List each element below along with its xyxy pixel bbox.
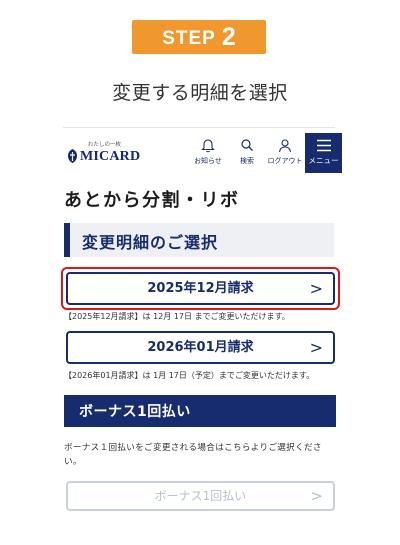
search-icon — [241, 139, 253, 151]
logo-tagline: わたしの一枚 — [88, 142, 122, 148]
logo-text[interactable]: MICARD — [80, 149, 140, 165]
statement-button-2025-12[interactable]: 2025年12月請求 > — [66, 272, 335, 305]
bonus-button[interactable]: ボーナス1回払い > — [66, 481, 335, 511]
statement-button-2026-01[interactable]: 2026年01月請求 > — [66, 331, 335, 364]
statement-button-label: 2026年01月請求 — [147, 340, 254, 355]
step-caption: 変更する明細を選択 — [112, 82, 288, 104]
statement-note: 【2025年12月請求】は 12月 17日 までご変更いただけます。 — [64, 312, 290, 321]
chevron-right-icon: > — [309, 338, 323, 357]
page-title: あとから分割・リボ — [64, 190, 240, 211]
section-heading: 変更明細のご選択 — [64, 223, 334, 257]
top-divider — [63, 127, 335, 128]
chevron-right-icon: > — [310, 487, 323, 505]
bell-icon — [201, 139, 215, 153]
notifications-button[interactable]: お知らせ — [189, 136, 227, 172]
bonus-heading-text: ボーナス1回払い — [79, 404, 191, 420]
hamburger-icon — [316, 139, 331, 152]
section-heading-text: 変更明細のご選択 — [82, 233, 219, 252]
user-icon — [278, 139, 292, 153]
step-number: 2 — [221, 23, 236, 51]
logo-crest-icon — [68, 149, 77, 163]
chevron-right-icon: > — [309, 279, 323, 298]
bonus-button-label: ボーナス1回払い — [154, 489, 247, 503]
bonus-description: ボーナス１回払いをご変更される場合はこちらよりご選択ください。 — [64, 443, 322, 467]
statement-note: 【2026年01月請求】は 1月 17日（予定）までご変更いただけます。 — [64, 371, 315, 380]
menu-label: メニュー — [308, 156, 339, 165]
bonus-section-heading: ボーナス1回払い — [64, 395, 336, 427]
nav-label-logout: ログアウト — [267, 157, 303, 165]
statement-button-label: 2025年12月請求 — [147, 281, 254, 296]
search-button[interactable]: 検索 — [228, 136, 266, 172]
step-badge: STEP 2 — [132, 20, 266, 54]
step-word: STEP — [162, 28, 216, 49]
menu-button[interactable]: メニュー — [305, 133, 342, 173]
logout-button[interactable]: ログアウト — [264, 136, 306, 172]
nav-label-search: 検索 — [240, 157, 254, 165]
nav-label-notifications: お知らせ — [194, 157, 222, 165]
